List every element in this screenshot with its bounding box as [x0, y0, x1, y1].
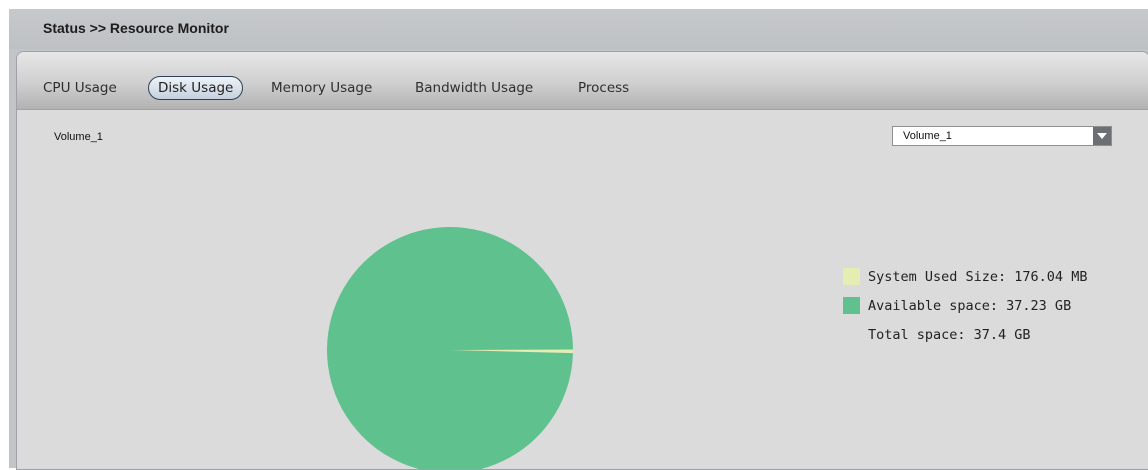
resource-panel: CPU Usage Disk Usage Memory Usage Bandwi…: [16, 51, 1148, 470]
volume-label: Volume_1: [54, 131, 103, 143]
legend-swatch-available: [843, 297, 860, 314]
legend-swatch-used: [843, 268, 860, 285]
legend-used-text: System Used Size: 176.04 MB: [868, 269, 1088, 285]
tab-bandwidth-usage[interactable]: Bandwidth Usage: [415, 77, 533, 99]
tab-bar: CPU Usage Disk Usage Memory Usage Bandwi…: [17, 52, 1148, 110]
tab-process[interactable]: Process: [578, 77, 629, 99]
disk-usage-pie-chart: [325, 225, 575, 469]
tab-cpu-usage[interactable]: CPU Usage: [43, 77, 117, 99]
legend-available-text: Available space: 37.23 GB: [868, 298, 1072, 314]
title-bar: Status >> Resource Monitor: [9, 9, 1148, 49]
page-title: Status >> Resource Monitor: [43, 20, 229, 36]
chevron-down-icon[interactable]: [1093, 127, 1111, 145]
tab-disk-usage[interactable]: Disk Usage: [148, 76, 244, 100]
disk-usage-content: Volume_1 Volume_1 System Used Size: 176.…: [17, 110, 1148, 469]
resource-monitor-window: Status >> Resource Monitor CPU Usage Dis…: [9, 9, 1148, 470]
volume-select-value: Volume_1: [903, 130, 952, 142]
tab-memory-usage[interactable]: Memory Usage: [271, 77, 372, 99]
volume-select[interactable]: Volume_1: [892, 126, 1112, 146]
pie-slice-available: [327, 227, 573, 469]
legend-total-text: Total space: 37.4 GB: [868, 327, 1031, 343]
